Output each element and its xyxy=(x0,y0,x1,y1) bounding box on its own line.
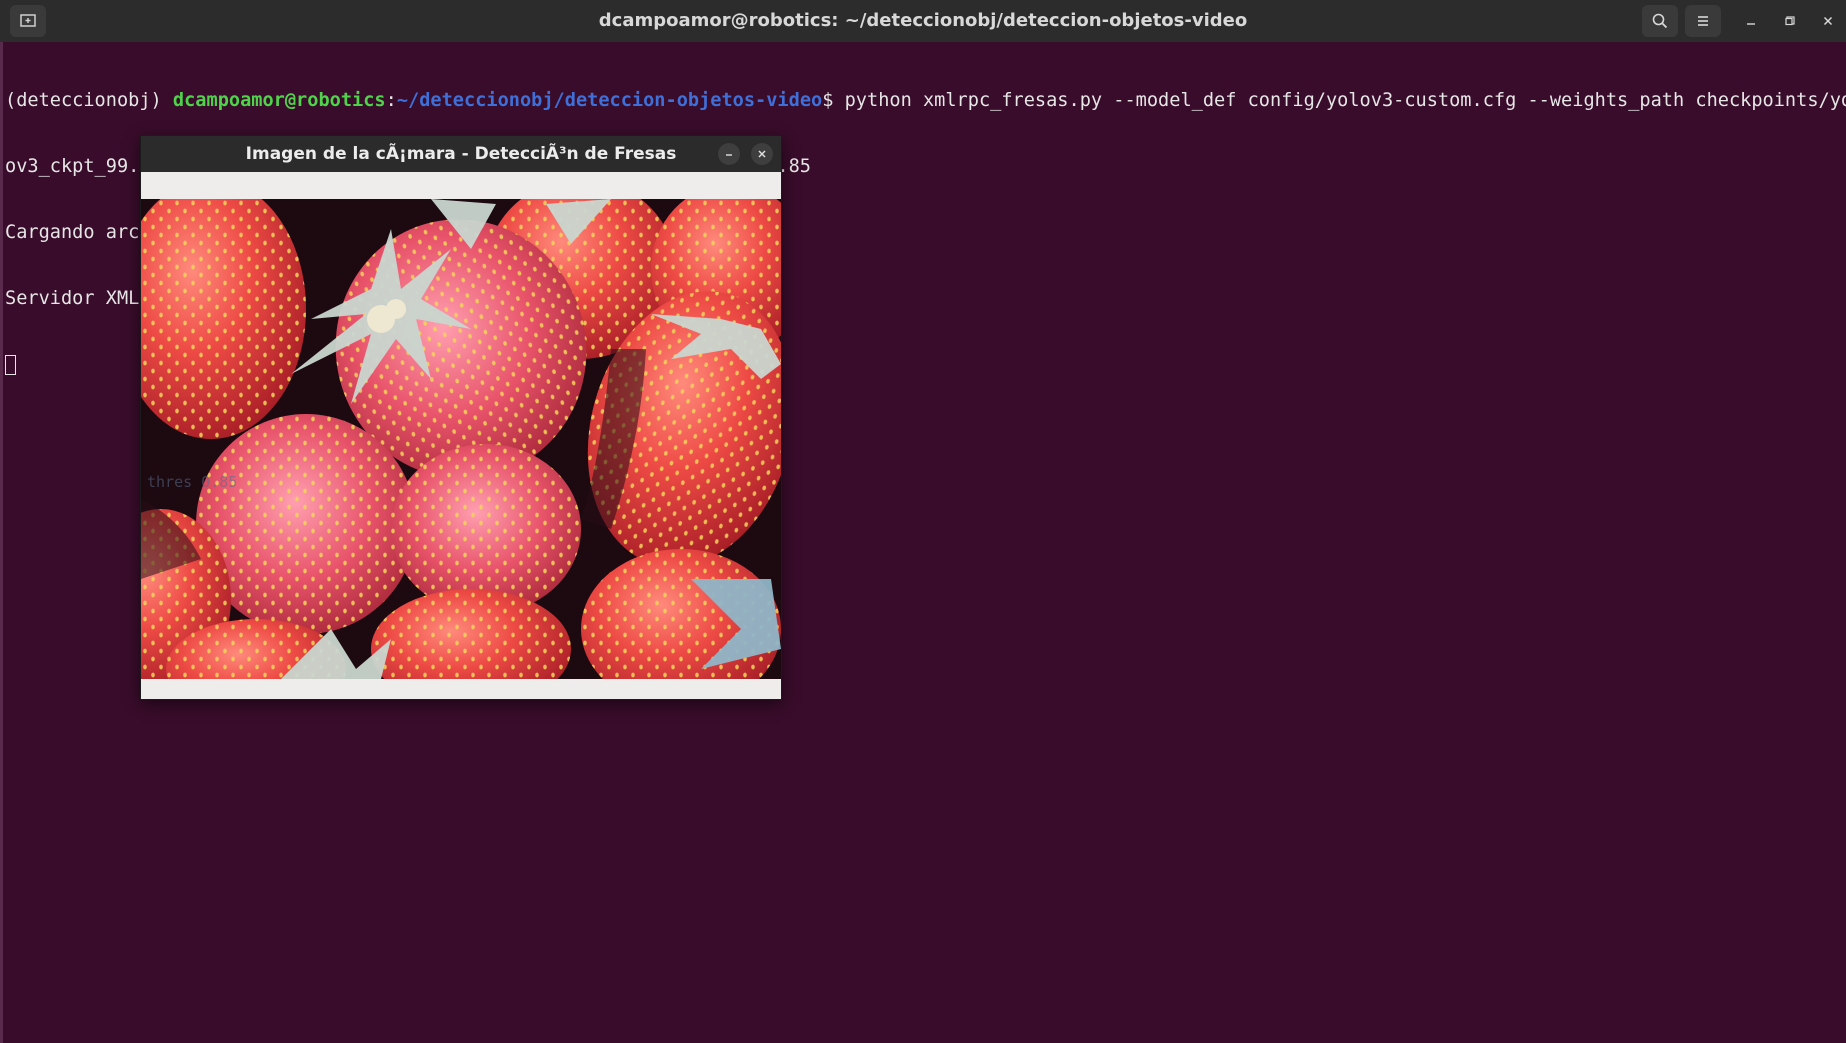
maximize-icon xyxy=(1785,16,1795,26)
current-directory: ~/deteccionobj/deteccion-objetos-video xyxy=(396,90,823,111)
conda-env: (deteccionobj) xyxy=(5,90,173,111)
camera-feed-strawberries: thres 0.85 xyxy=(141,199,781,679)
command-text: python xmlrpc_fresas.py --model_def conf… xyxy=(844,90,1846,111)
minimize-button[interactable] xyxy=(1739,9,1763,33)
close-icon xyxy=(758,150,766,158)
minimize-icon xyxy=(726,154,732,156)
camera-window[interactable]: Imagen de la cÃ¡mara - DetecciÃ³n de Fre… xyxy=(141,136,781,699)
maximize-button[interactable] xyxy=(1778,9,1802,33)
close-button[interactable] xyxy=(1816,9,1840,33)
camera-window-titlebar[interactable]: Imagen de la cÃ¡mara - DetecciÃ³n de Fre… xyxy=(141,136,781,172)
camera-window-title: Imagen de la cÃ¡mara - DetecciÃ³n de Fre… xyxy=(245,144,677,164)
minimize-icon xyxy=(1747,23,1755,25)
search-button[interactable] xyxy=(1642,5,1678,37)
close-icon xyxy=(1823,16,1833,26)
search-icon xyxy=(1652,13,1668,29)
overlay-text: thres 0.85 xyxy=(147,473,237,491)
terminal-titlebar: dcampoamor@robotics: ~/deteccionobj/dete… xyxy=(0,0,1846,42)
menu-button[interactable] xyxy=(1685,5,1721,37)
prompt-colon: : xyxy=(385,90,397,111)
popup-minimize-button[interactable] xyxy=(718,143,740,165)
terminal-cursor xyxy=(5,355,16,375)
prompt-symbol: $ xyxy=(822,90,845,111)
hamburger-menu-icon xyxy=(1698,16,1708,26)
user-host: dcampoamor@robotics xyxy=(172,90,386,111)
prompt-line: (deteccionobj) dcampoamor@robotics:~/det… xyxy=(5,90,1846,112)
popup-close-button[interactable] xyxy=(751,143,773,165)
window-title: dcampoamor@robotics: ~/deteccionobj/dete… xyxy=(598,10,1248,31)
camera-feed-image: thres 0.85 xyxy=(141,199,781,679)
